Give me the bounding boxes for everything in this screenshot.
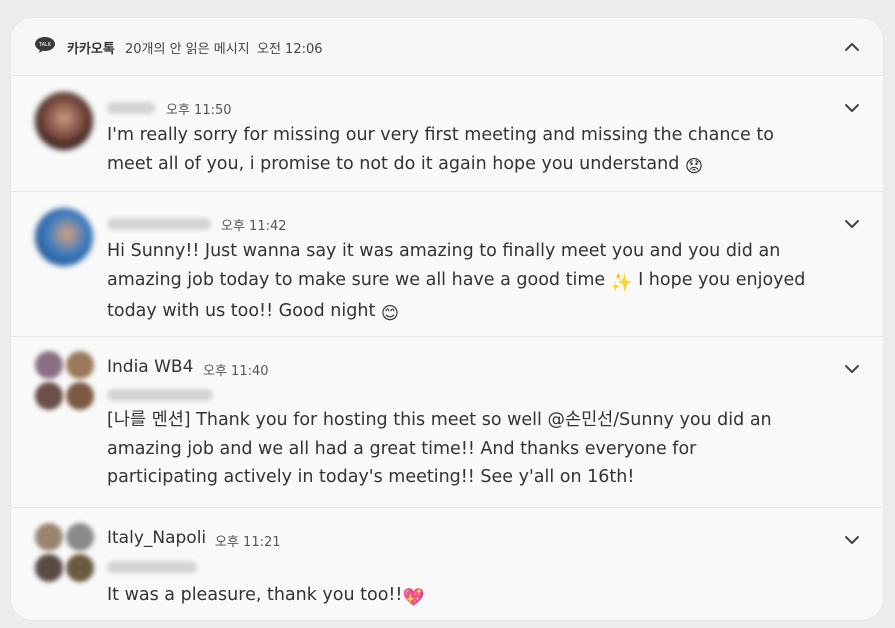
notification-message[interactable]: Italy_Napoli 오후 11:21 It was a pleasure,… (11, 507, 883, 620)
kakaotalk-talk-icon: TALK (35, 37, 55, 53)
chevron-down-icon[interactable] (841, 97, 863, 119)
sender-name (107, 102, 155, 114)
worried-face-icon: 😟 (684, 156, 704, 177)
group-avatar (35, 351, 95, 411)
sub-sender-name (107, 389, 213, 401)
sub-sender-name (107, 561, 197, 573)
notification-message[interactable]: 오후 11:42 Hi Sunny!! Just wanna say it wa… (11, 191, 883, 337)
message-body: It was a pleasure, thank you too!!💖 (107, 581, 807, 613)
avatar (35, 92, 93, 150)
message-body: [나를 멘션] Thank you for hosting this meet … (107, 410, 772, 487)
message-body: Hi Sunny!! Just wanna say it was amazing… (107, 237, 807, 329)
notification-message[interactable]: India WB4 오후 11:40 [나를 멘션] Thank you for… (11, 336, 883, 508)
header-time: 오전 12:06 (257, 42, 323, 57)
unread-summary: 20개의 안 읽은 메시지 (125, 42, 250, 57)
message-time: 오후 11:42 (221, 219, 287, 234)
sender-name: Italy_Napoli (107, 528, 207, 548)
chevron-down-icon[interactable] (841, 213, 863, 235)
notification-panel: TALK 카카오톡 20개의 안 읽은 메시지 오전 12:06 오후 11:5… (11, 18, 883, 620)
svg-text:TALK: TALK (38, 42, 52, 48)
avatar (35, 208, 93, 266)
chevron-down-icon[interactable] (841, 358, 863, 380)
message-time: 오후 11:40 (203, 364, 269, 379)
message-time: 오후 11:21 (215, 535, 281, 550)
sparkles-icon: ✨ (610, 272, 633, 293)
sender-name: India WB4 (107, 357, 194, 377)
sparkling-heart-icon: 💖 (402, 588, 425, 608)
notification-header[interactable]: TALK 카카오톡 20개의 안 읽은 메시지 오전 12:06 (11, 18, 883, 75)
message-time: 오후 11:50 (166, 103, 232, 118)
smiling-face-icon: 😊 (380, 304, 400, 324)
group-avatar (35, 523, 95, 583)
message-body: I'm really sorry for missing our very fi… (107, 121, 807, 181)
app-name: 카카오톡 (67, 42, 115, 57)
chevron-down-icon[interactable] (841, 529, 863, 551)
sender-name (107, 218, 211, 230)
chevron-up-icon[interactable] (841, 36, 863, 58)
notification-message[interactable]: 오후 11:50 I'm really sorry for missing ou… (11, 75, 883, 192)
